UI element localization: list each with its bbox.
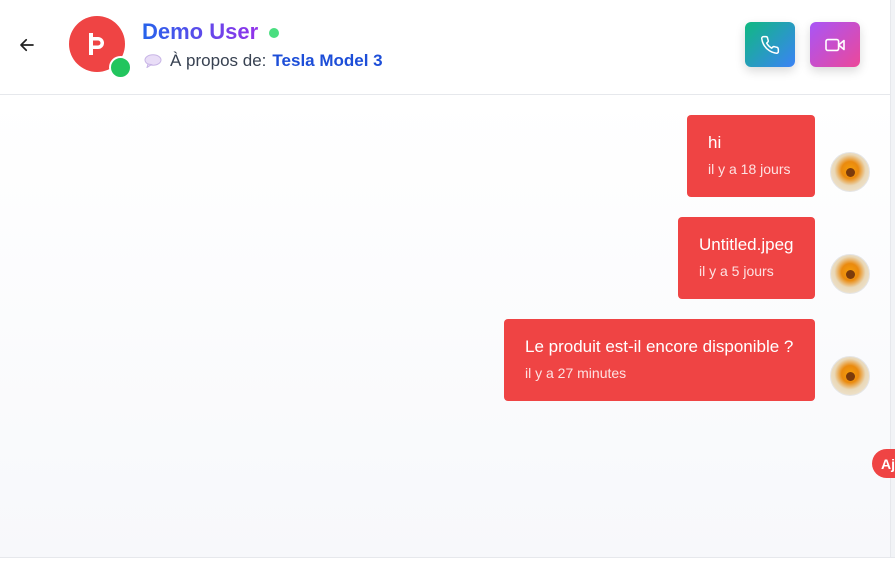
voice-call-button[interactable] <box>745 22 795 67</box>
message-time: il y a 18 jours <box>708 161 791 177</box>
message-time: il y a 27 minutes <box>525 365 627 381</box>
sender-avatar <box>830 152 870 192</box>
contact-avatar-wrap[interactable] <box>69 16 132 79</box>
back-button[interactable] <box>14 32 40 58</box>
message-list[interactable]: hi il y a 18 jours Untitled.jpeg il y a … <box>0 96 890 557</box>
product-link[interactable]: Tesla Model 3 <box>272 51 382 71</box>
chat-header: Demo User À propos de: Tesla Model 3 <box>0 0 890 95</box>
message-bubble[interactable]: Untitled.jpeg il y a 5 jours <box>678 217 815 299</box>
arrow-left-icon <box>20 38 34 52</box>
message-time: il y a 5 jours <box>699 263 774 279</box>
contact-name[interactable]: Demo User <box>142 19 258 45</box>
status-dot <box>269 28 279 38</box>
sender-avatar <box>830 356 870 396</box>
message-text: Le produit est-il encore disponible ? <box>525 337 794 356</box>
video-camera-icon <box>825 38 845 51</box>
about-label: À propos de: <box>170 51 267 70</box>
avatar-logo-icon <box>89 33 104 55</box>
message-bubble[interactable]: hi il y a 18 jours <box>687 115 815 197</box>
message-text: Untitled.jpeg <box>699 235 794 254</box>
sender-avatar <box>830 254 870 294</box>
phone-icon <box>761 35 780 54</box>
scrollbar-track[interactable] <box>890 0 895 563</box>
video-call-button[interactable] <box>810 22 860 67</box>
speech-bubble-icon <box>144 54 162 68</box>
message-bubble[interactable]: Le produit est-il encore disponible ? il… <box>504 319 815 401</box>
message-text: hi <box>708 133 722 152</box>
floating-action-pill[interactable]: Aj <box>872 449 895 478</box>
composer-divider <box>0 557 895 563</box>
about-line: À propos de: Tesla Model 3 <box>144 51 383 71</box>
online-indicator <box>109 56 132 79</box>
